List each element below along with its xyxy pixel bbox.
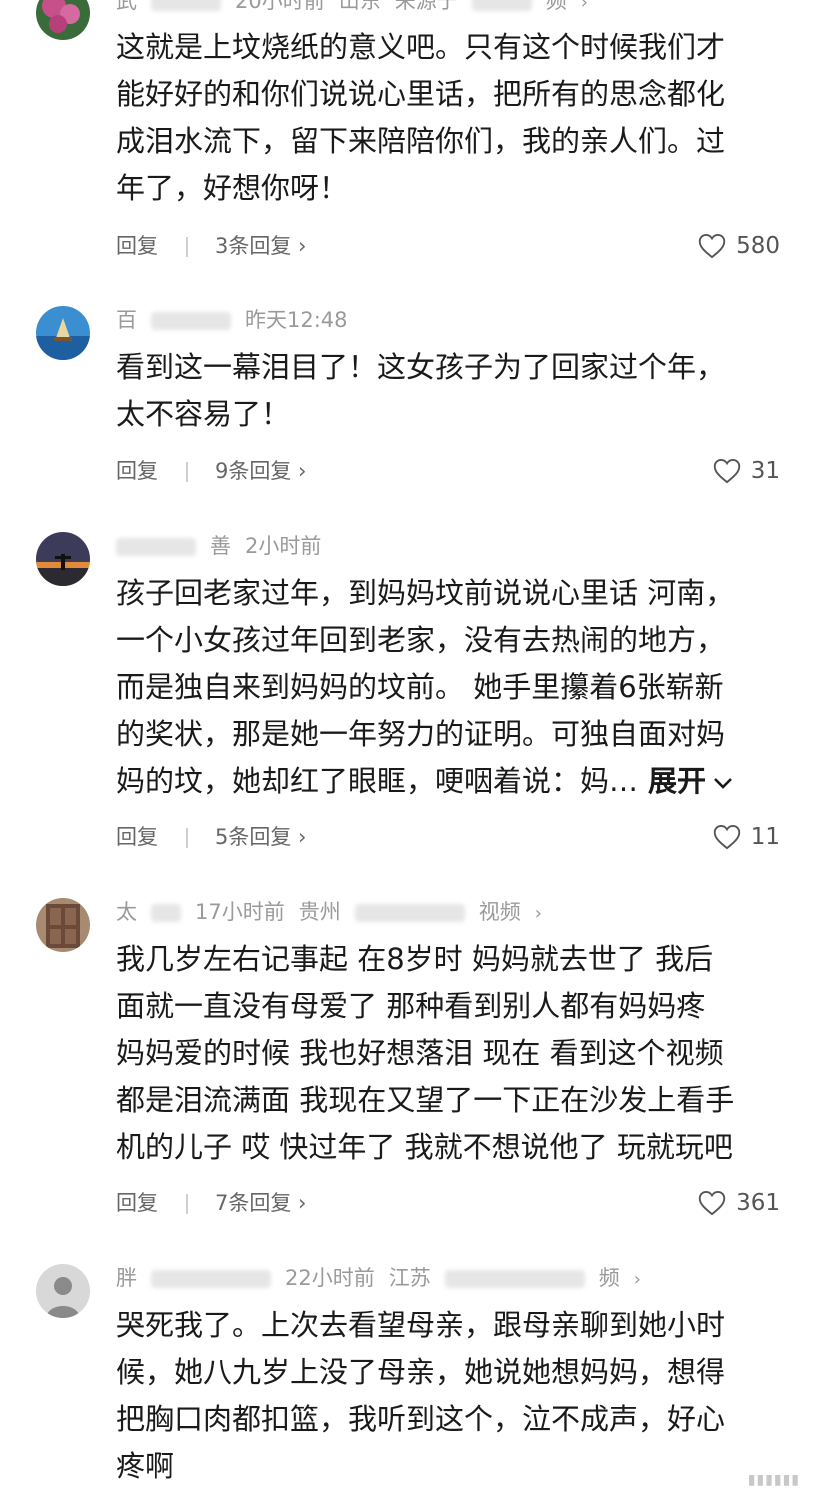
divider bbox=[186, 828, 188, 848]
comment-text: 我几岁左右记事起 在8岁时 妈妈就去世了 我后 面就一直没有母爱了 那种看到别人… bbox=[116, 942, 735, 1164]
divider bbox=[186, 1194, 188, 1214]
comment-text: 哭死我了。上次去看望母亲，跟母亲聊到她小时 候，她八九岁上没了母亲，她说她想妈妈… bbox=[116, 1308, 726, 1483]
comment-actions: 回复 9条回复 › 31 bbox=[116, 456, 780, 486]
reply-button[interactable]: 回复 bbox=[116, 822, 158, 852]
chevron-right-icon: › bbox=[633, 1269, 641, 1290]
comment-text: 这就是上坟烧纸的意义吧。只有这个时候我们才 能好好的和你们说说心里话，把所有的思… bbox=[116, 30, 726, 205]
comment-source: 来源于 bbox=[394, 0, 458, 13]
reply-button[interactable]: 回复 bbox=[116, 1188, 158, 1218]
comment-meta: 百 昨天12:48 bbox=[116, 305, 362, 335]
username[interactable]: 太 bbox=[116, 900, 137, 924]
comment-meta: 武 20小时前 山东 来源于 频 › bbox=[116, 0, 602, 16]
heart-icon bbox=[698, 1190, 726, 1216]
view-replies-link[interactable]: 9条回复 › bbox=[215, 456, 306, 486]
username[interactable]: 武 bbox=[116, 0, 137, 13]
avatar[interactable] bbox=[36, 0, 90, 40]
like-button[interactable]: 580 bbox=[698, 231, 780, 261]
comment-actions: 回复 3条回复 › 580 bbox=[116, 231, 780, 261]
comment-actions: 回复 5条回复 › 11 bbox=[116, 822, 780, 852]
comment-meta: 胖 22小时前 江苏 频 › bbox=[116, 1263, 655, 1293]
avatar[interactable] bbox=[36, 532, 90, 586]
avatar[interactable] bbox=[36, 898, 90, 952]
comment-time: 20小时前 bbox=[235, 0, 325, 13]
chevron-right-icon: › bbox=[534, 903, 542, 924]
chevron-down-icon bbox=[714, 778, 732, 789]
heart-icon bbox=[713, 824, 740, 850]
comment-actions: 回复 7条回复 › 361 bbox=[116, 1188, 780, 1218]
view-replies-link[interactable]: 7条回复 › bbox=[215, 1188, 306, 1218]
reply-button[interactable]: 回复 bbox=[116, 456, 158, 486]
reply-button[interactable]: 回复 bbox=[116, 231, 158, 261]
view-replies-link[interactable]: 3条回复 › bbox=[215, 231, 306, 261]
username[interactable]: 善 bbox=[210, 534, 231, 558]
comment-time: 昨天12:48 bbox=[245, 308, 348, 332]
like-count: 361 bbox=[736, 1190, 780, 1216]
divider bbox=[186, 237, 188, 257]
comment-source-tail[interactable]: 频 bbox=[546, 0, 567, 13]
like-count: 580 bbox=[736, 233, 780, 259]
comment-location: 江苏 bbox=[388, 1266, 431, 1290]
avatar[interactable] bbox=[36, 306, 90, 360]
comment-time: 2小时前 bbox=[245, 534, 322, 558]
comment-time: 22小时前 bbox=[285, 1266, 375, 1290]
comment-meta: 太 17小时前 贵州 视频 › bbox=[116, 897, 556, 927]
comment-location: 贵州 bbox=[298, 900, 341, 924]
comment-source-tail[interactable]: 频 bbox=[599, 1266, 620, 1290]
like-button[interactable]: 11 bbox=[713, 822, 780, 852]
comment-location: 山东 bbox=[338, 0, 381, 13]
like-button[interactable]: 361 bbox=[698, 1188, 780, 1218]
comment-text: 孩子回老家过年，到妈妈坟前说说心里话 河南， 一个小女孩过年回到老家，没有去热闹… bbox=[116, 576, 735, 798]
view-replies-link[interactable]: 5条回复 › bbox=[215, 822, 306, 852]
divider bbox=[186, 462, 188, 482]
comment-meta: 善 2小时前 bbox=[116, 531, 335, 561]
username[interactable]: 胖 bbox=[116, 1266, 137, 1290]
watermark: ▮▮▮▮▮▮ bbox=[747, 1472, 800, 1488]
comment-time: 17小时前 bbox=[195, 900, 285, 924]
username[interactable]: 百 bbox=[116, 308, 137, 332]
heart-icon bbox=[713, 458, 740, 484]
like-count: 31 bbox=[750, 458, 780, 484]
like-button[interactable]: 31 bbox=[713, 456, 780, 486]
comment-text: 看到这一幕泪目了！这女孩子为了回家过个年， 太不容易了！ bbox=[116, 350, 726, 431]
avatar[interactable] bbox=[36, 1264, 90, 1318]
like-count: 11 bbox=[750, 824, 780, 850]
expand-button[interactable]: 展开 bbox=[648, 764, 734, 798]
chevron-right-icon: › bbox=[580, 0, 588, 13]
comment-source-tail[interactable]: 视频 bbox=[479, 900, 521, 924]
heart-icon bbox=[698, 233, 726, 259]
